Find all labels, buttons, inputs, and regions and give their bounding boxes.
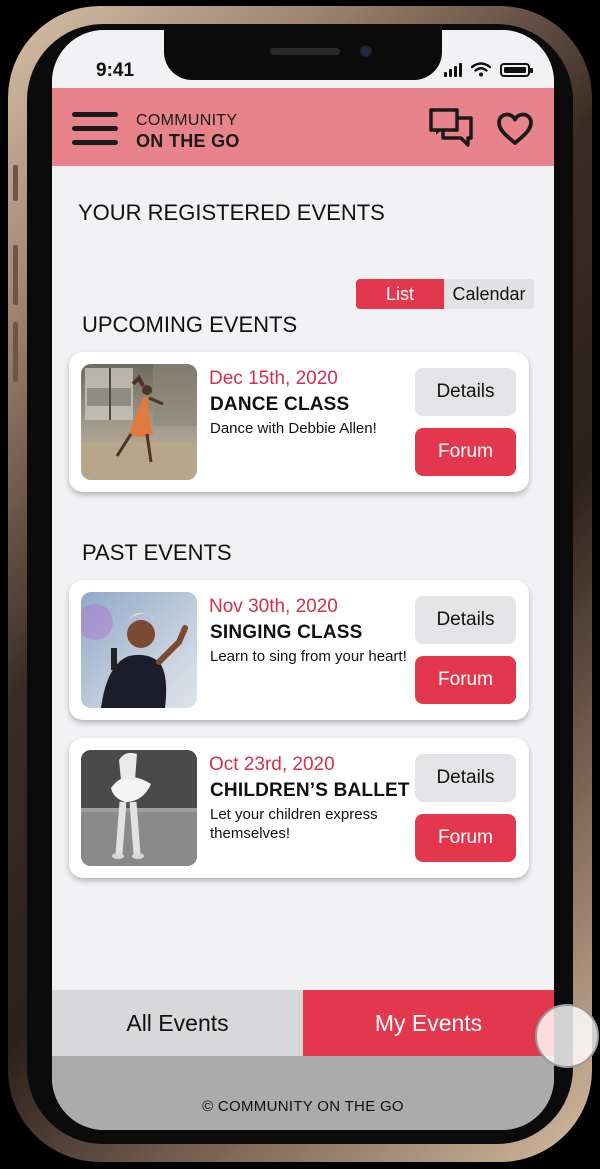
cellular-signal-icon (444, 63, 462, 77)
event-thumbnail (81, 750, 197, 866)
event-name: CHILDREN’S BALLET (210, 780, 410, 801)
footer-copyright: © COMMUNITY ON THE GO (202, 1098, 404, 1115)
event-thumbnail (81, 364, 197, 480)
status-bar: 9:41 (52, 30, 554, 88)
wifi-icon (471, 62, 491, 77)
chat-icon[interactable] (429, 108, 473, 150)
details-button[interactable]: Details (415, 754, 516, 802)
speaker (270, 48, 340, 55)
brand-line-2: ON THE GO (136, 131, 240, 151)
tab-all-events[interactable]: All Events (52, 990, 303, 1056)
event-card[interactable]: Dec 15th, 2020 DANCE CLASS Dance with De… (69, 352, 529, 492)
view-toggle[interactable]: List Calendar (356, 279, 534, 309)
app-screen: 9:41 COMMUNITY ON THE GO YOUR REGISTERED… (52, 30, 554, 1130)
brand-logo: COMMUNITY ON THE GO (136, 111, 240, 151)
details-button[interactable]: Details (415, 596, 516, 644)
event-card[interactable]: Oct 23rd, 2020 CHILDREN’S BALLET Let you… (69, 738, 529, 878)
childrens-ballet-image (81, 750, 197, 866)
event-description: Let your children express themselves! (210, 806, 378, 842)
side-button (13, 322, 18, 382)
notch (164, 30, 442, 80)
event-date: Dec 15th, 2020 (209, 368, 338, 389)
event-date: Nov 30th, 2020 (209, 596, 338, 617)
details-button[interactable]: Details (415, 368, 516, 416)
status-icons (444, 62, 533, 77)
toggle-list[interactable]: List (356, 279, 444, 309)
touch-indicator (535, 1004, 599, 1068)
heart-icon[interactable] (496, 112, 534, 146)
event-name: DANCE CLASS (210, 394, 350, 415)
event-thumbnail (81, 592, 197, 708)
toggle-calendar[interactable]: Calendar (444, 279, 534, 309)
menu-icon[interactable] (72, 112, 118, 146)
past-events-heading: PAST EVENTS (82, 540, 232, 565)
forum-button[interactable]: Forum (415, 428, 516, 476)
page-title: YOUR REGISTERED EVENTS (78, 200, 385, 225)
event-description: Learn to sing from your heart! (210, 648, 407, 665)
upcoming-events-heading: UPCOMING EVENTS (82, 312, 298, 337)
event-description: Dance with Debbie Allen! (210, 420, 377, 437)
side-button (13, 165, 18, 201)
app-header: COMMUNITY ON THE GO (52, 88, 554, 166)
footer: © COMMUNITY ON THE GO (52, 1056, 554, 1130)
event-card[interactable]: Nov 30th, 2020 SINGING CLASS Learn to si… (69, 580, 529, 720)
event-name: SINGING CLASS (210, 622, 363, 643)
brand-line-1: COMMUNITY (136, 112, 238, 129)
side-button (13, 245, 18, 305)
status-time: 9:41 (96, 60, 135, 81)
bottom-tab-bar: All Events My Events (52, 990, 554, 1056)
tab-my-events[interactable]: My Events (303, 990, 554, 1056)
front-camera (360, 45, 372, 57)
event-date: Oct 23rd, 2020 (209, 754, 335, 775)
forum-button[interactable]: Forum (415, 814, 516, 862)
forum-button[interactable]: Forum (415, 656, 516, 704)
singing-class-image (81, 592, 197, 708)
dance-class-image (81, 364, 197, 480)
battery-icon (500, 63, 533, 77)
